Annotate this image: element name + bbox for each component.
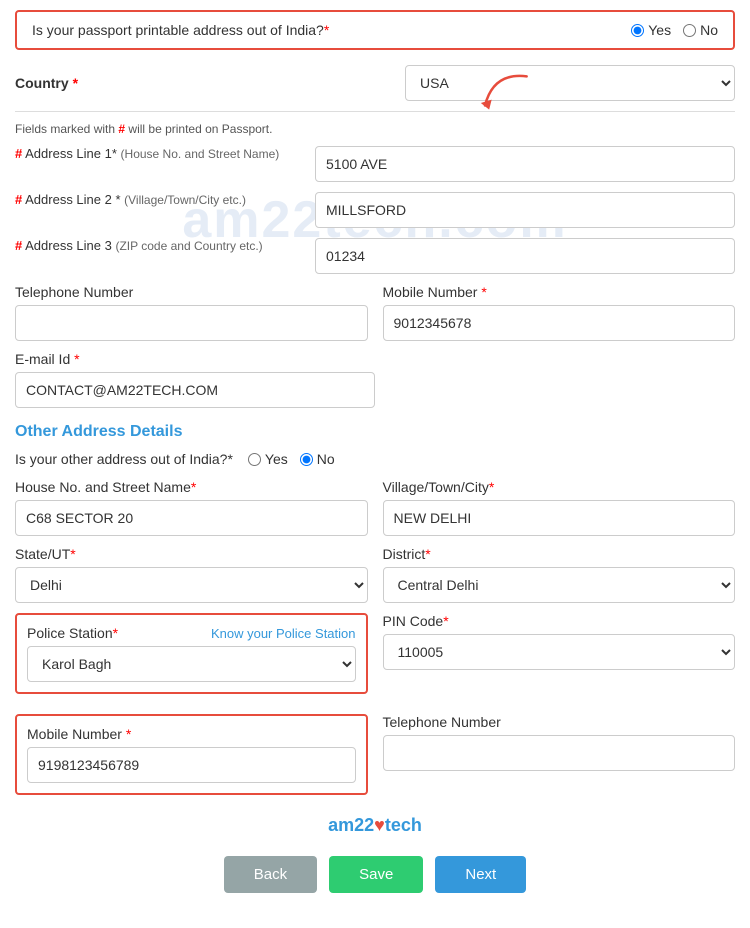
state-col: State/UT* Delhi Maharashtra Karnataka Ta… [15,546,368,603]
bottom-mobile-col: Mobile Number * [15,714,368,805]
state-select[interactable]: Delhi Maharashtra Karnataka Tamil Nadu G… [15,567,368,603]
back-button[interactable]: Back [224,856,317,893]
passport-radio-group: Yes No [631,22,718,38]
email-input[interactable] [15,372,375,408]
mobile-col: Mobile Number * [383,284,736,341]
district-select[interactable]: Central Delhi North Delhi South Delhi Ea… [383,567,736,603]
address-line3-label: # Address Line 3 (ZIP code and Country e… [15,238,315,253]
pin-col: PIN Code* 110005 110001 110002 110003 [383,613,736,704]
house-label: House No. and Street Name* [15,479,368,495]
state-label: State/UT* [15,546,368,562]
house-input[interactable] [15,500,368,536]
country-label: Country * [15,75,95,91]
address-line1-input-wrapper [315,146,735,182]
other-address-no-radio[interactable]: No [300,451,335,467]
bottom-buttons: Back Save Next [15,856,735,908]
state-district-row: State/UT* Delhi Maharashtra Karnataka Ta… [15,546,735,603]
phone-row: Telephone Number Mobile Number * [15,284,735,341]
passport-no-radio[interactable]: No [683,22,718,38]
passport-question-box: Is your passport printable address out o… [15,10,735,50]
bottom-telephone-col: Telephone Number [383,714,736,805]
district-label: District* [383,546,736,562]
police-station-box: Police Station* Know your Police Station… [15,613,368,694]
know-police-link[interactable]: Know your Police Station [211,626,356,641]
bottom-phone-row: Mobile Number * Telephone Number [15,714,735,805]
police-col: Police Station* Know your Police Station… [15,613,368,704]
country-select-wrapper: USA India UK Canada Australia [405,65,735,101]
police-station-header: Police Station* Know your Police Station [27,625,356,641]
mobile-label: Mobile Number * [383,284,736,300]
save-button[interactable]: Save [329,856,423,893]
telephone-col: Telephone Number [15,284,368,341]
other-address-question-text: Is your other address out of India?* [15,451,233,467]
police-pin-row: Police Station* Know your Police Station… [15,613,735,704]
address-line2-input[interactable] [315,192,735,228]
village-col: Village/Town/City* [383,479,736,536]
house-village-row: House No. and Street Name* Village/Town/… [15,479,735,536]
district-col: District* Central Delhi North Delhi Sout… [383,546,736,603]
pin-code-select[interactable]: 110005 110001 110002 110003 [383,634,736,670]
email-label: E-mail Id * [15,351,375,367]
address-line3-input-wrapper [315,238,735,274]
other-address-yes-radio[interactable]: Yes [248,451,288,467]
address-line1-label: # Address Line 1* (House No. and Street … [15,146,315,161]
other-telephone-label: Telephone Number [383,714,736,730]
address-line2-row: # Address Line 2 * (Village/Town/City et… [15,192,735,228]
address-line3-row: # Address Line 3 (ZIP code and Country e… [15,238,735,274]
country-row: Country * USA India UK Canada Australia [15,65,735,101]
passport-yes-radio[interactable]: Yes [631,22,671,38]
mobile-highlighted-box: Mobile Number * [15,714,368,795]
email-row: E-mail Id * [15,351,375,408]
other-telephone-input[interactable] [383,735,736,771]
country-select[interactable]: USA India UK Canada Australia [405,65,735,101]
fields-note: Fields marked with # will be printed on … [15,122,735,136]
other-address-title: Other Address Details [15,423,735,441]
police-station-label: Police Station* [27,625,118,641]
police-station-select[interactable]: Karol Bagh Connaught Place Paharganj Cha… [27,646,356,682]
pin-label: PIN Code* [383,613,736,629]
address-line2-label: # Address Line 2 * (Village/Town/City et… [15,192,315,207]
other-mobile-label: Mobile Number * [27,726,356,742]
address-line2-input-wrapper [315,192,735,228]
address-line1-row: # Address Line 1* (House No. and Street … [15,146,735,182]
mobile-input[interactable] [383,305,736,341]
passport-question-text: Is your passport printable address out o… [32,22,329,38]
village-label: Village/Town/City* [383,479,736,495]
address-line3-input[interactable] [315,238,735,274]
village-input[interactable] [383,500,736,536]
telephone-input[interactable] [15,305,368,341]
other-address-radio-group: Yes No [248,451,335,467]
address-line1-input[interactable] [315,146,735,182]
other-mobile-input[interactable] [27,747,356,783]
am22-brand: am22♥tech [15,815,735,836]
other-address-question: Is your other address out of India?* Yes… [15,451,735,467]
house-col: House No. and Street Name* [15,479,368,536]
next-button[interactable]: Next [435,856,526,893]
telephone-label: Telephone Number [15,284,368,300]
